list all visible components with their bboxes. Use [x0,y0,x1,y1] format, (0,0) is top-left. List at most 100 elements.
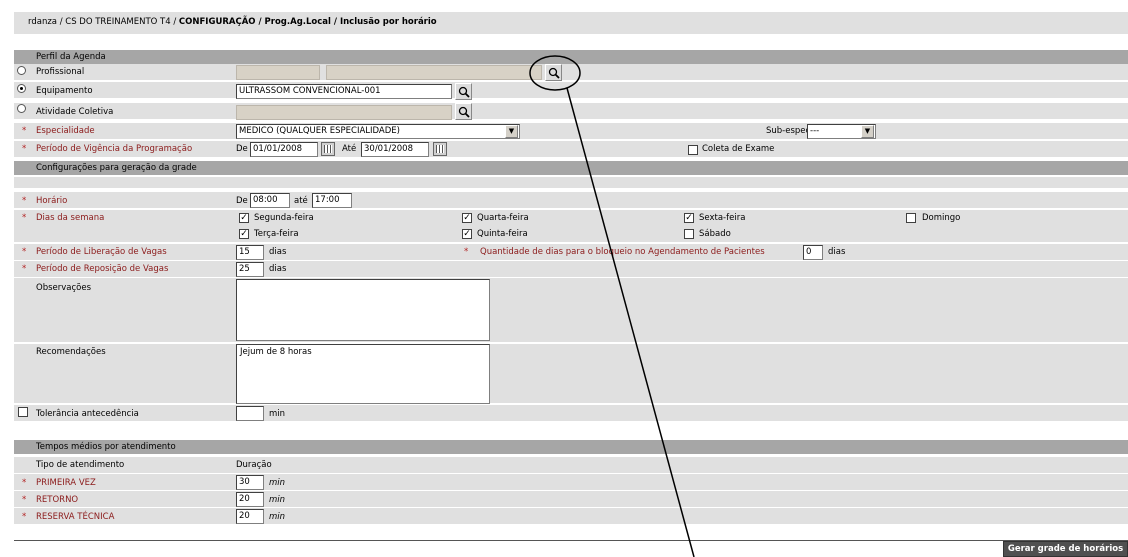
segunda-checkbox[interactable]: ✓ [239,213,249,223]
duracao-field[interactable]: 30 [236,475,264,490]
min-unit: min [269,478,286,488]
required-marker: * [22,495,27,505]
required-marker: * [22,213,27,223]
bloqueio-dias-unit: dias [828,247,846,257]
row-dias-semana [14,210,1128,243]
sabado-checkbox[interactable] [684,229,694,239]
recomendacoes-textarea[interactable]: Jejum de 8 horas [236,344,490,404]
duracao-field[interactable]: 20 [236,492,264,507]
equipamento-search-button[interactable] [455,83,472,100]
row-profissional [14,64,1128,81]
quinta-label: Quinta-feira [477,229,528,239]
col-duracao: Duração [236,460,272,470]
liberacao-vagas-field[interactable]: 15 [236,245,264,260]
tipo-atendimento-label: RESERVA TÉCNICA [36,512,115,522]
equipamento-field[interactable]: ULTRASSOM CONVENCIONAL-001 [236,84,452,99]
quarta-label: Quarta-feira [477,213,529,223]
required-marker: * [22,196,27,206]
tolerancia-checkbox[interactable] [18,407,28,417]
atividade-coletiva-radio[interactable] [17,104,26,113]
min-unit: min [269,495,286,505]
row-atividade-coletiva [14,103,1128,120]
tolerancia-min-unit: min [269,409,286,419]
equipamento-label: Equipamento [36,86,93,96]
reposicao-vagas-label: Período de Reposição de Vagas [36,264,169,274]
periodo-ate-label: Até [342,144,357,154]
profissional-radio[interactable] [17,66,26,75]
periodo-ate-field[interactable]: 30/01/2008 [361,142,429,157]
subespecial-select[interactable]: --- ▼ [807,124,876,139]
subespecial-selected-value: --- [810,126,820,136]
atividade-coletiva-field [236,105,452,120]
calendar-icon[interactable] [321,142,335,156]
profissional-code-field [236,65,320,80]
row-especialidade [14,123,1128,140]
row-tolerancia [14,405,1128,422]
especialidade-select[interactable]: MEDICO (QUALQUER ESPECIALIDADE) ▼ [236,124,520,139]
row-reposicao-vagas [14,261,1128,278]
reposicao-vagas-field[interactable]: 25 [236,262,264,277]
coleta-exame-label: Coleta de Exame [702,144,775,154]
tipo-atendimento-label: PRIMEIRA VEZ [36,478,96,488]
profissional-search-button[interactable] [545,64,562,81]
coleta-exame-checkbox[interactable] [688,145,698,155]
liberacao-dias-unit: dias [269,247,287,257]
section-header-config: Configurações para geração da grade [14,161,1128,175]
row-horario [14,192,1128,209]
chevron-down-icon: ▼ [861,125,874,138]
periodo-de-field[interactable]: 01/01/2008 [250,142,318,157]
search-icon [548,67,560,79]
required-marker: * [22,126,27,136]
periodo-de-label: De [236,144,248,154]
profissional-name-field [326,65,542,80]
quinta-checkbox[interactable]: ✓ [462,229,472,239]
table-row [14,491,1128,508]
divider [14,540,1128,541]
atividade-coletiva-label: Atividade Coletiva [36,107,114,117]
horario-ate-label: até [294,196,308,206]
required-marker: * [22,264,27,274]
section-title-perfil: Perfil da Agenda [36,52,106,62]
required-marker: * [22,144,27,154]
domingo-label: Domingo [922,213,961,223]
duracao-field[interactable]: 20 [236,509,264,524]
required-marker: * [22,247,27,257]
atividade-search-button[interactable] [455,103,472,120]
breadcrumb: rdanza / CS DO TREINAMENTO T4 / CONFIGUR… [14,12,1128,34]
profissional-label: Profissional [36,67,85,77]
bloqueio-field[interactable]: 0 [803,245,823,260]
bloqueio-label: Quantidade de dias para o bloqueio no Ag… [480,247,765,257]
horario-de-field[interactable]: 08:00 [250,193,290,208]
required-marker: * [22,512,27,522]
section-spacer [14,177,1128,188]
table-row [14,508,1128,525]
especialidade-label: Especialidade [36,126,95,136]
sabado-label: Sábado [699,229,731,239]
quarta-checkbox[interactable]: ✓ [462,213,472,223]
liberacao-vagas-label: Período de Liberação de Vagas [36,247,167,257]
observacoes-textarea[interactable] [236,279,490,341]
sexta-label: Sexta-feira [699,213,746,223]
sexta-checkbox[interactable]: ✓ [684,213,694,223]
calendar-icon[interactable] [433,142,447,156]
horario-label: Horário [36,196,68,206]
tolerancia-field[interactable] [236,406,264,421]
search-icon [458,86,470,98]
segunda-label: Segunda-feira [254,213,314,223]
section-title-config: Configurações para geração da grade [36,163,197,173]
horario-de-label: De [236,196,248,206]
equipamento-radio[interactable] [17,84,26,93]
chevron-down-icon: ▼ [505,125,518,138]
horario-ate-field[interactable]: 17:00 [312,193,352,208]
breadcrumb-current: CONFIGURAÇÃO / Prog.Ag.Local / Inclusão … [178,17,437,27]
col-tipo-atendimento: Tipo de atendimento [36,460,125,470]
terca-label: Terça-feira [254,229,299,239]
tolerancia-label: Tolerância antecedência [36,409,139,419]
terca-checkbox[interactable]: ✓ [239,229,249,239]
gerar-grade-button[interactable]: Gerar grade de horários [1003,541,1128,557]
recomendacoes-label: Recomendações [36,347,106,357]
domingo-checkbox[interactable] [906,213,916,223]
reposicao-dias-unit: dias [269,264,287,274]
search-icon [458,106,470,118]
required-marker: * [464,247,469,257]
